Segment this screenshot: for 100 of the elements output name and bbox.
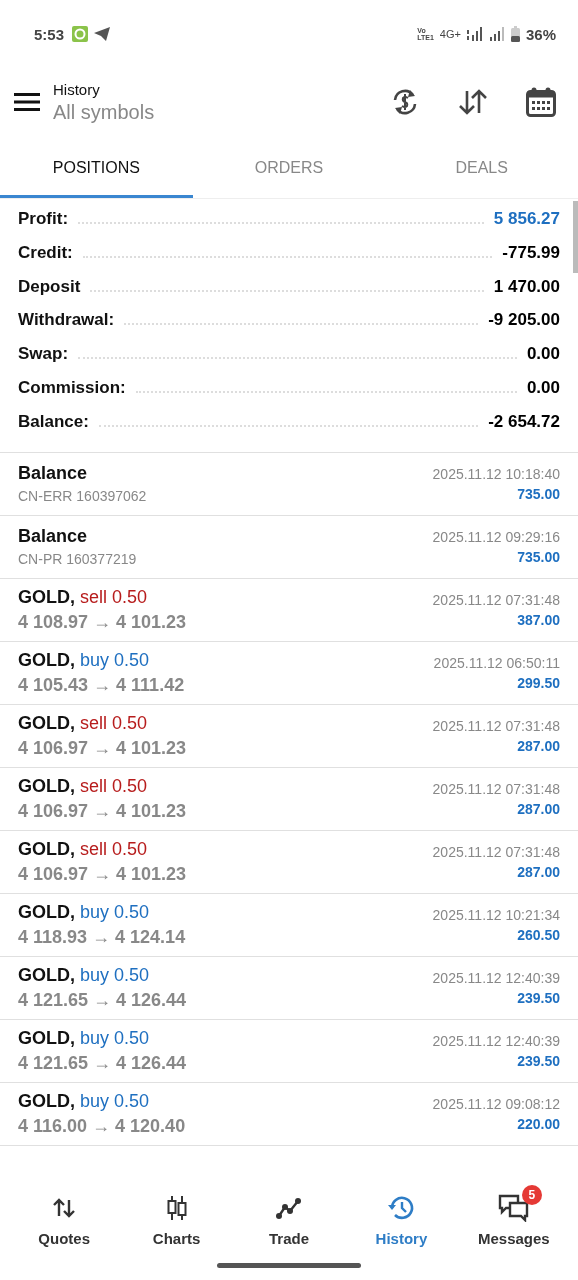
summary-value: 0.00 [526,344,560,365]
row-amount: 299.50 [517,674,560,691]
trade-prices: 4 121.65 → 4 126.44 [18,1052,187,1074]
summary-label: Swap: [18,344,69,365]
trade-action: sell 0.50 [80,775,148,797]
summary-value: -9 205.00 [488,310,560,331]
row-amount: 287.00 [517,737,560,754]
history-row[interactable]: GOLD, sell 0.50 4 106.97 → 4 101.23 2025.11.12 07:31:48 287.00 [0,704,578,768]
trade-prices: 4 106.97 → 4 101.23 [18,800,187,822]
row-time: 2025.11.12 06:50:11 [433,654,560,671]
history-icon [387,1194,416,1221]
nav-item[interactable]: History [345,1177,458,1263]
nav-item[interactable]: Trade [232,1177,346,1263]
row-title: Balance [18,463,89,485]
trade-prices: 4 108.97 → 4 101.23 [18,611,187,633]
row-amount: 239.50 [517,1052,560,1069]
trade-action: buy 0.50 [80,1027,150,1049]
row-amount: 735.00 [517,548,560,565]
row-time: 2025.11.12 09:29:16 [432,528,560,545]
history-row[interactable]: Balance CN-PR 160377219 2025.11.12 09:29:16 735.00 [0,515,578,579]
row-symbol: GOLD, [18,901,75,923]
tab[interactable]: ORDERS [192,140,386,198]
trade-action: buy 0.50 [80,649,150,671]
history-row[interactable]: GOLD, sell 0.50 4 106.97 → 4 101.23 2025.11.12 07:31:48 287.00 [0,767,578,831]
row-time: 2025.11.12 12:40:39 [432,969,560,986]
history-row[interactable]: GOLD, sell 0.50 4 106.97 → 4 101.23 2025.11.12 07:31:48 287.00 [0,830,578,894]
trade-prices: 4 106.97 → 4 101.23 [18,737,187,759]
history-row[interactable]: GOLD, buy 0.50 4 121.65 → 4 126.44 2025.11.12 12:40:39 239.50 [0,956,578,1020]
row-time: 2025.11.12 07:31:48 [432,591,560,608]
summary-label: Credit: [18,242,73,263]
history-row[interactable]: GOLD, buy 0.50 4 116.00 → 4 120.40 2025.11.12 09:08:12 220.00 [0,1082,578,1146]
summary-value: -2 654.72 [488,411,560,432]
trade-action: buy 0.50 [80,1090,150,1112]
trade-prices: 4 121.65 → 4 126.44 [18,989,187,1011]
summary-value: 1 470.00 [493,276,560,297]
summary-value: 5 856.27 [493,209,560,229]
row-comment: CN-PR 160377219 [18,551,137,568]
nav-item[interactable]: Quotes [8,1177,121,1263]
row-time: 2025.11.12 07:31:48 [432,843,560,860]
row-symbol: GOLD, [18,964,75,986]
summary-label: Profit: [18,209,69,229]
row-title: Balance [18,526,89,548]
trade-action: sell 0.50 [80,586,148,608]
row-comment: CN-ERR 160397062 [18,488,147,505]
history-row[interactable]: GOLD, sell 0.50 4 108.97 → 4 101.23 2025.11.12 07:31:48 387.00 [0,578,578,642]
row-symbol: GOLD, [18,712,75,734]
nav-item[interactable]: Charts [120,1177,233,1263]
chat-icon [497,1193,530,1222]
signal-icon [466,27,483,41]
row-time: 2025.11.12 07:31:48 [432,717,560,734]
signal-icon [488,27,505,41]
row-symbol: GOLD, [18,775,75,797]
summary-label: Withdrawal: [18,310,115,331]
row-time: 2025.11.12 09:08:12 [432,1095,560,1112]
send-icon [94,27,111,41]
trade-action: sell 0.50 [80,712,148,734]
network-type: 4G+ [439,28,461,40]
trade-prices: 4 105.43 → 4 111.42 [18,674,185,696]
calendar-icon[interactable] [526,87,556,117]
summary-value: 0.00 [526,378,560,398]
battery-icon [510,26,520,42]
menu-icon[interactable] [14,92,40,112]
trade-prices: 4 118.93 → 4 124.14 [18,926,186,948]
unread-badge: 5 [521,1184,542,1205]
row-symbol: GOLD, [18,1090,75,1112]
row-symbol: GOLD, [18,649,75,671]
row-amount: 287.00 [517,863,560,880]
scrollbar[interactable] [573,201,578,273]
row-symbol: GOLD, [18,838,75,860]
summary-label: Deposit [18,276,81,297]
line-chart-icon [276,1196,302,1219]
screen-title: History [53,80,101,98]
row-amount: 735.00 [517,485,560,502]
tab[interactable]: DEALS [385,140,578,198]
trade-prices: 4 116.00 → 4 120.40 [18,1115,186,1137]
clock-time: 5:53 [34,25,65,43]
row-amount: 287.00 [517,800,560,817]
row-amount: 260.50 [517,926,560,943]
row-time: 2025.11.12 10:21:34 [432,906,560,923]
nav-item[interactable]: 5 Messages [457,1177,571,1263]
battery-level: 36% [525,25,556,43]
trade-action: buy 0.50 [80,964,150,986]
up-down-arrows-icon [53,1197,76,1218]
history-row[interactable]: Balance CN-ERR 160397062 2025.11.12 10:18:40 735.00 [0,452,578,516]
row-time: 2025.11.12 10:18:40 [432,465,560,482]
trade-action: sell 0.50 [80,838,148,860]
summary-label: Balance: [18,411,89,432]
symbol-filter[interactable]: All symbols [53,100,155,124]
summary-value: -775.99 [502,242,560,263]
history-row[interactable]: GOLD, buy 0.50 4 121.65 → 4 126.44 2025.11.12 12:40:39 239.50 [0,1019,578,1083]
app-notification-icon [72,26,89,42]
sort-icon[interactable] [458,87,488,117]
candlestick-icon [165,1195,188,1220]
history-row[interactable]: GOLD, buy 0.50 4 118.93 → 4 124.14 2025.11.12 10:21:34 260.50 [0,893,578,957]
summary-label: Commission: [18,378,126,398]
row-symbol: GOLD, [18,586,75,608]
trade-action: buy 0.50 [80,901,150,923]
tab[interactable]: POSITIONS [0,140,193,198]
trade-prices: 4 106.97 → 4 101.23 [18,863,187,885]
history-row[interactable]: GOLD, buy 0.50 4 105.43 → 4 111.42 2025.11.12 06:50:11 299.50 [0,641,578,705]
